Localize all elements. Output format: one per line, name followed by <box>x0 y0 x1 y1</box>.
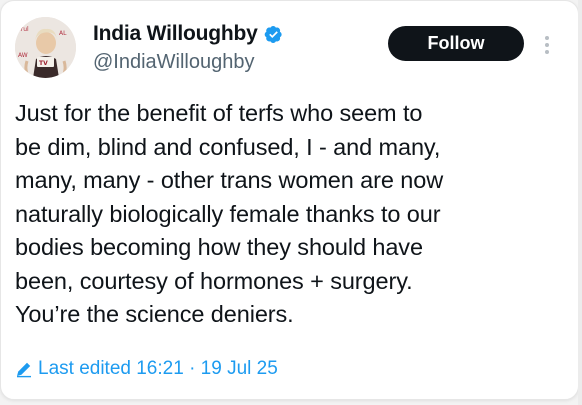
last-edited-link[interactable]: Last edited 16:21 · 19 Jul 25 <box>15 356 278 382</box>
tweet-text: Just for the benefit of terfs who seem t… <box>15 100 444 327</box>
verified-badge-icon[interactable] <box>264 25 283 44</box>
more-options-icon[interactable] <box>541 34 553 56</box>
svg-text:AW: AW <box>18 52 28 59</box>
author-handle[interactable]: @IndiaWilloughby <box>93 51 255 74</box>
svg-text:Trul: Trul <box>17 26 29 33</box>
tweet-card: Trul AL AW TV India Willoughby @IndiaWil… <box>0 0 579 400</box>
follow-button[interactable]: Follow <box>388 26 524 61</box>
scrollbar[interactable] <box>578 0 582 405</box>
svg-text:AL: AL <box>59 30 67 37</box>
avatar[interactable]: Trul AL AW TV <box>15 17 76 78</box>
avatar-image: Trul AL AW TV <box>15 17 76 78</box>
author-name-row: India Willoughby <box>93 21 283 47</box>
author-display-name[interactable]: India Willoughby <box>93 22 258 46</box>
last-edited-label: Last edited 16:21 · 19 Jul 25 <box>38 358 278 379</box>
pencil-icon <box>17 362 31 378</box>
svg-text:TV: TV <box>39 60 48 67</box>
